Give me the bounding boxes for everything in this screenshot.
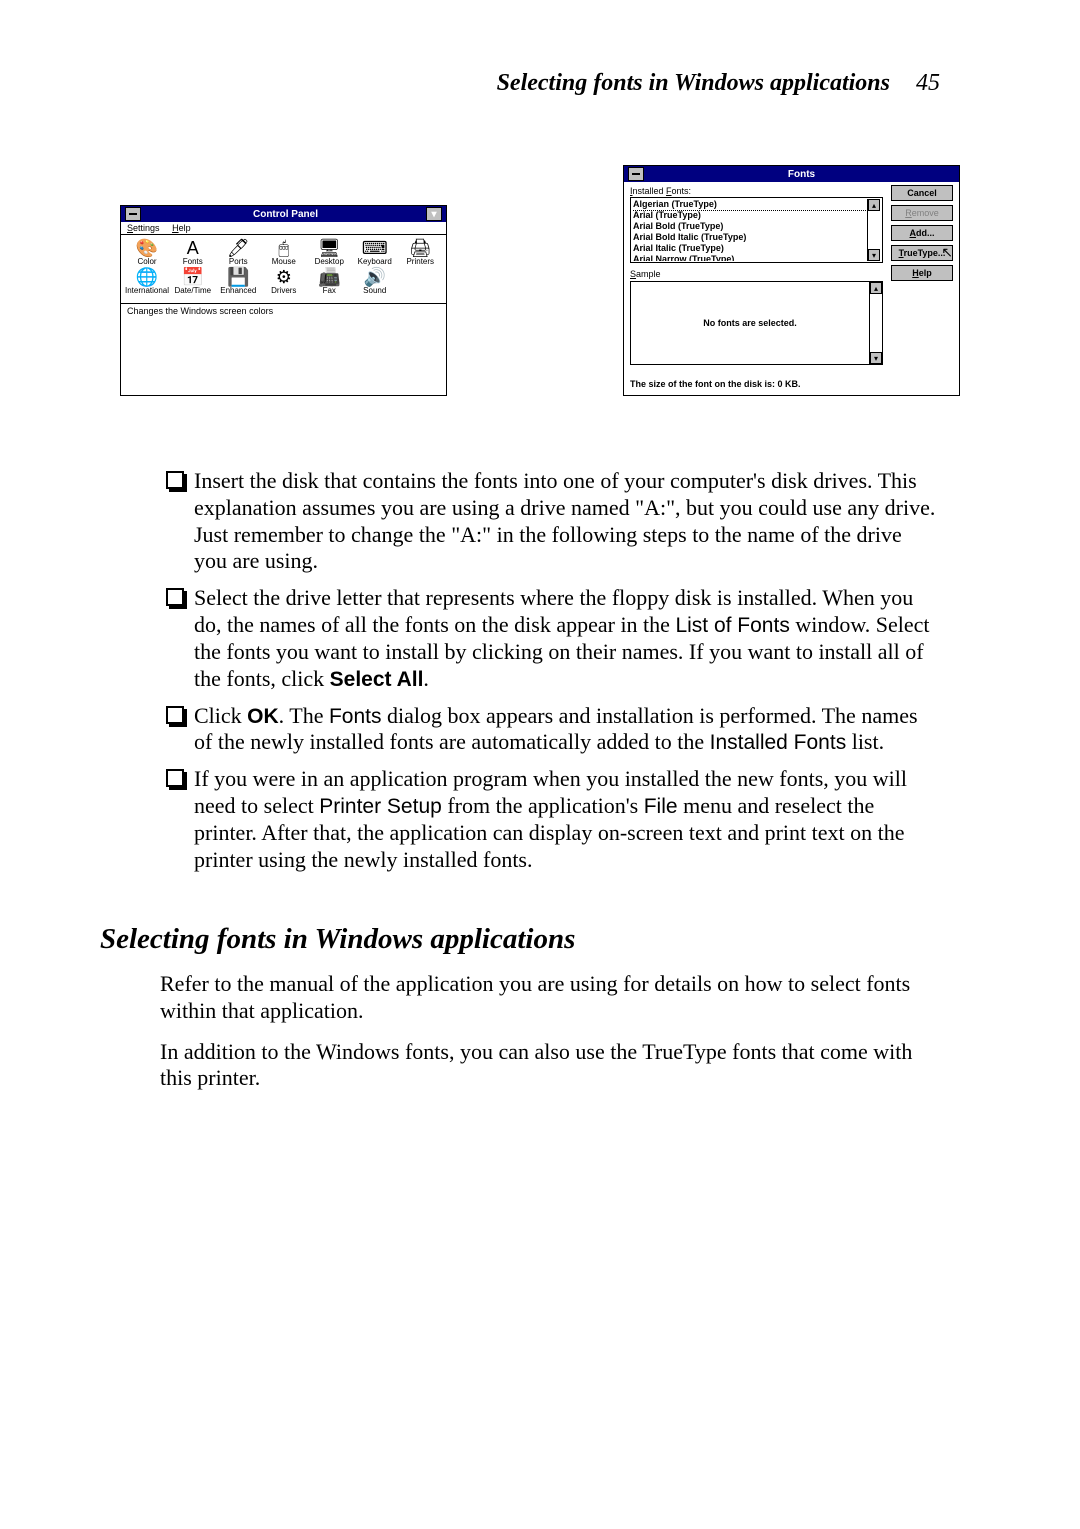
keyboard-icon: ⌨ xyxy=(353,239,397,257)
sample-label: SampleSample xyxy=(630,267,883,279)
scroll-track[interactable] xyxy=(870,294,882,352)
document-page: Selecting fonts in Windows applications … xyxy=(0,0,1080,1529)
fonts-icon: A xyxy=(171,239,214,257)
fax-icon: 📠 xyxy=(308,268,351,286)
cp-icon-printers[interactable]: 🖨Printers xyxy=(399,239,443,266)
cp-icon-datetime[interactable]: 📅Date/Time xyxy=(171,268,214,295)
step-text: Select the drive letter that represents … xyxy=(190,585,940,692)
cp-icon-color[interactable]: 🎨Color xyxy=(125,239,169,266)
menu-help[interactable]: HHelpelp xyxy=(172,223,191,233)
font-size-on-disk: The size of the font on the disk is: 0 K… xyxy=(630,365,883,389)
cp-icon-sound[interactable]: 🔊Sound xyxy=(353,268,397,295)
system-menu-icon[interactable] xyxy=(628,167,644,181)
truetype-button[interactable]: TrueType...TrueType... xyxy=(891,245,953,261)
checkbox-marker-icon xyxy=(160,468,190,489)
font-list-item[interactable]: Arial Bold Italic (TrueType) xyxy=(633,232,867,243)
font-list-item[interactable]: Arial Italic (TrueType) xyxy=(633,243,867,254)
fonts-titlebar: Fonts xyxy=(624,166,959,182)
control-panel-menubar: SSettingsettings HHelpelp xyxy=(121,222,446,235)
step-text: Insert the disk that contains the fonts … xyxy=(190,468,940,575)
body-paragraph: In addition to the Windows fonts, you ca… xyxy=(160,1039,940,1093)
sample-text: No fonts are selected. xyxy=(631,282,869,364)
step-text: If you were in an application program wh… xyxy=(190,766,940,873)
scrollbar[interactable]: ▴ ▾ xyxy=(869,282,882,364)
drivers-icon: ⚙ xyxy=(262,268,306,286)
step-item: Select the drive letter that represents … xyxy=(160,585,940,692)
checkbox-marker-icon xyxy=(160,585,190,606)
font-list-item[interactable]: Algerian (TrueType) xyxy=(633,199,867,210)
step-item: If you were in an application program wh… xyxy=(160,766,940,873)
control-panel-icons: 🎨Color AFonts 🖊Ports 🖱Mouse 🖥Desktop ⌨Ke… xyxy=(121,235,446,303)
system-menu-icon[interactable] xyxy=(125,207,141,221)
running-header-title: Selecting fonts in Windows applications xyxy=(497,70,890,96)
cp-icon-drivers[interactable]: ⚙Drivers xyxy=(262,268,306,295)
scrollbar[interactable]: ▴ ▾ xyxy=(867,199,880,261)
control-panel-window: Control Panel ▾ SSettingsettings HHelpel… xyxy=(120,205,447,396)
control-panel-title: Control Panel xyxy=(145,209,426,220)
body-paragraph: Refer to the manual of the application y… xyxy=(160,971,940,1025)
control-panel-titlebar: Control Panel ▾ xyxy=(121,206,446,222)
cp-icon-desktop[interactable]: 🖥Desktop xyxy=(308,239,351,266)
menu-settings[interactable]: SSettingsettings xyxy=(127,223,160,233)
page-number: 45 xyxy=(896,70,940,96)
step-item: Insert the disk that contains the fonts … xyxy=(160,468,940,575)
sample-box: No fonts are selected. ▴ ▾ xyxy=(630,281,883,365)
section-heading: Selecting fonts in Windows applications xyxy=(100,922,940,957)
enhanced-icon: 💾 xyxy=(217,268,261,286)
datetime-icon: 📅 xyxy=(171,268,214,286)
step-text: Click OK. The Fonts dialog box appears a… xyxy=(190,703,940,757)
font-list-item[interactable]: Arial Bold (TrueType) xyxy=(633,221,867,232)
font-list-item[interactable]: Arial (TrueType) xyxy=(633,210,867,221)
printers-icon: 🖨 xyxy=(399,239,443,257)
cp-icon-fax[interactable]: 📠Fax xyxy=(308,268,351,295)
scroll-up-icon[interactable]: ▴ xyxy=(868,199,880,211)
checkbox-marker-icon xyxy=(160,766,190,787)
ports-icon: 🖊 xyxy=(217,239,261,257)
sound-icon: 🔊 xyxy=(353,268,397,286)
installed-fonts-list[interactable]: Algerian (TrueType) Arial (TrueType) Ari… xyxy=(630,197,883,263)
help-button[interactable]: HelpHelp xyxy=(891,265,953,281)
font-list-item[interactable]: Arial Narrow (TrueType) xyxy=(633,254,867,261)
desktop-icon: 🖥 xyxy=(308,239,351,257)
cp-icon-mouse[interactable]: 🖱Mouse xyxy=(262,239,306,266)
scroll-up-icon[interactable]: ▴ xyxy=(870,282,882,294)
cp-icon-fonts[interactable]: AFonts xyxy=(171,239,214,266)
cp-icon-keyboard[interactable]: ⌨Keyboard xyxy=(353,239,397,266)
cp-icon-ports[interactable]: 🖊Ports xyxy=(217,239,261,266)
cp-icon-international[interactable]: 🌐International xyxy=(125,268,169,295)
international-icon: 🌐 xyxy=(125,268,169,286)
add-button[interactable]: Add...Add... xyxy=(891,225,953,241)
remove-button[interactable]: RemoveRemove xyxy=(891,205,953,221)
scroll-down-icon[interactable]: ▾ xyxy=(870,352,882,364)
minimize-button[interactable]: ▾ xyxy=(426,207,442,221)
color-icon: 🎨 xyxy=(125,239,169,257)
fonts-dialog: Fonts Installed Fonts:Installed Fonts: A… xyxy=(623,165,960,396)
installed-fonts-label: Installed Fonts:Installed Fonts: xyxy=(630,185,883,197)
mouse-icon: 🖱 xyxy=(262,239,306,257)
control-panel-status: Changes the Windows screen colors xyxy=(121,303,446,318)
fonts-dialog-title: Fonts xyxy=(648,169,955,180)
scroll-track[interactable] xyxy=(868,211,880,249)
scroll-down-icon[interactable]: ▾ xyxy=(868,249,880,261)
running-header: Selecting fonts in Windows applications … xyxy=(497,70,940,97)
checkbox-marker-icon xyxy=(160,703,190,724)
step-item: Click OK. The Fonts dialog box appears a… xyxy=(160,703,940,757)
cancel-button[interactable]: Cancel xyxy=(891,185,953,201)
cp-icon-enhanced[interactable]: 💾Enhanced xyxy=(217,268,261,295)
